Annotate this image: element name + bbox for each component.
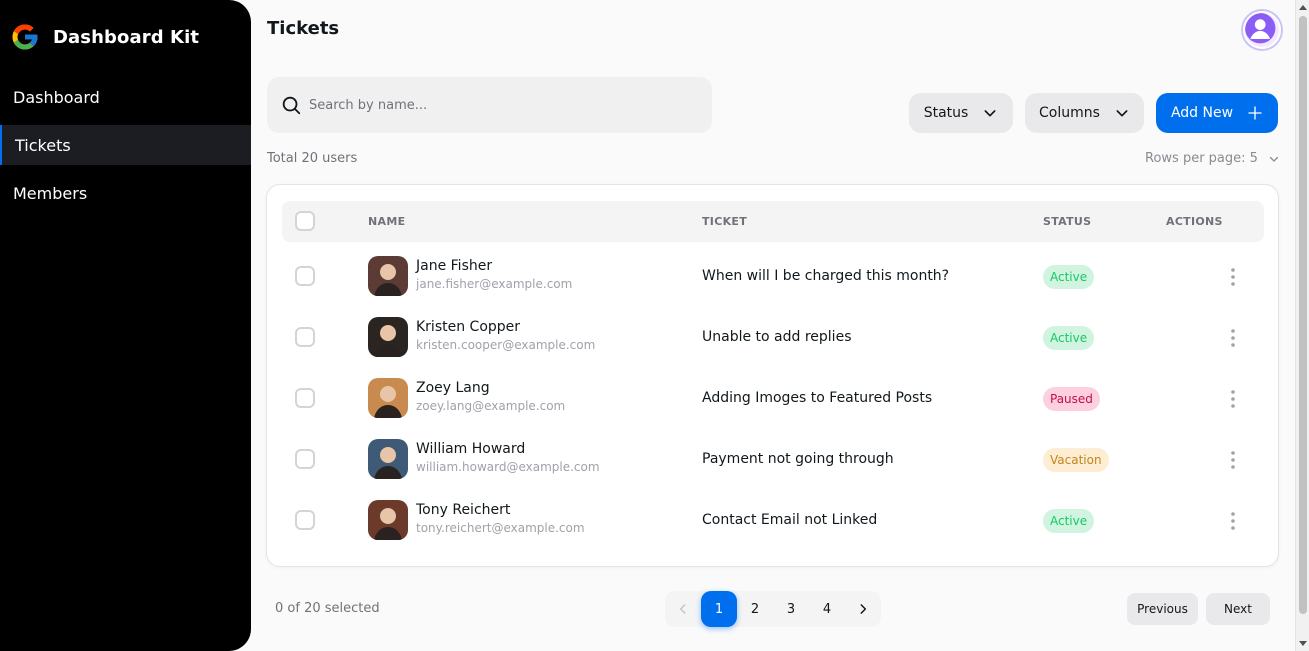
rows-per-page[interactable]: Rows per page: 5	[1145, 151, 1280, 166]
user-email: zoey.lang@example.com	[416, 399, 566, 413]
more-vertical-icon[interactable]	[1223, 511, 1243, 531]
more-vertical-icon[interactable]	[1223, 328, 1243, 348]
columns-filter-label: Columns	[1039, 105, 1100, 121]
person-avatar-icon	[368, 256, 408, 296]
ticket-title: Contact Email not Linked	[702, 512, 878, 528]
user-email: william.howard@example.com	[416, 460, 600, 474]
pagination: 1 2 3 4	[665, 591, 881, 627]
table-header: NAME TICKET STATUS ACTIONS	[282, 201, 1264, 242]
user-name: Tony Reichert	[416, 502, 511, 518]
status-badge: Paused	[1043, 387, 1100, 411]
user-name: Kristen Copper	[416, 319, 521, 335]
table-row[interactable]: William Howard william.howard@example.com…	[267, 429, 1278, 490]
user-email: jane.fisher@example.com	[416, 277, 573, 291]
google-g-logo-icon	[12, 24, 38, 50]
search-box[interactable]	[267, 77, 712, 133]
table-row[interactable]: Tony Reichert tony.reichert@example.com Co…	[267, 490, 1278, 551]
column-header-name[interactable]: NAME	[368, 215, 405, 228]
add-new-label: Add New	[1170, 105, 1234, 121]
ticket-title: Unable to add replies	[702, 329, 852, 345]
sidebar-item-members[interactable]: Members	[0, 173, 251, 213]
columns-filter-button[interactable]: Columns	[1025, 93, 1144, 133]
pagination-prev-arrow[interactable]	[665, 591, 701, 627]
status-filter-label: Status	[923, 105, 969, 121]
sidebar-item-dashboard[interactable]: Dashboard	[0, 77, 251, 117]
brand-name: Dashboard Kit	[53, 26, 200, 48]
select-all-checkbox[interactable]	[295, 211, 315, 231]
status-badge: Active	[1043, 265, 1095, 289]
avatar	[368, 256, 408, 296]
search-icon	[282, 96, 301, 115]
page-1-button[interactable]: 1	[701, 591, 737, 627]
rows-per-page-value[interactable]: 5	[1250, 151, 1258, 166]
scroll-thumb[interactable]	[1299, 16, 1307, 614]
avatar	[368, 317, 408, 357]
scroll-up-arrow-icon[interactable]	[1299, 5, 1307, 10]
person-avatar-icon	[368, 500, 408, 540]
row-checkbox[interactable]	[295, 510, 315, 530]
selection-count: 0 of 20 selected	[275, 601, 380, 616]
chevron-down-icon	[984, 110, 996, 117]
chevron-right-icon	[860, 604, 867, 614]
user-email: tony.reichert@example.com	[416, 521, 585, 535]
ticket-title: Adding Imoges to Featured Posts	[702, 390, 933, 406]
page-title: Tickets	[267, 18, 340, 39]
user-avatar[interactable]	[1243, 11, 1281, 49]
avatar	[368, 500, 408, 540]
column-header-status[interactable]: STATUS	[1043, 215, 1091, 228]
scroll-down-arrow-icon[interactable]	[1299, 641, 1307, 646]
user-email: kristen.cooper@example.com	[416, 338, 596, 352]
page-scrollbar[interactable]	[1295, 0, 1309, 651]
status-badge: Active	[1043, 326, 1095, 350]
total-users-text: Total 20 users	[267, 151, 358, 166]
column-header-actions: ACTIONS	[1166, 215, 1223, 228]
person-avatar-icon	[368, 378, 408, 418]
row-checkbox[interactable]	[295, 388, 315, 408]
status-badge: Vacation	[1043, 448, 1109, 472]
table-row[interactable]: Jane Fisher jane.fisher@example.com When w…	[267, 246, 1278, 307]
avatar	[368, 439, 408, 479]
page-2-button[interactable]: 2	[737, 591, 773, 627]
chevron-down-icon	[1269, 156, 1279, 162]
more-vertical-icon[interactable]	[1223, 450, 1243, 470]
table-row[interactable]: Kristen Copper kristen.cooper@example.com…	[267, 307, 1278, 368]
column-header-ticket[interactable]: TICKET	[702, 215, 747, 228]
more-vertical-icon[interactable]	[1223, 389, 1243, 409]
brand[interactable]: Dashboard Kit	[10, 22, 199, 52]
table-row[interactable]: Zoey Lang zoey.lang@example.com Adding Imo…	[267, 368, 1278, 429]
previous-button[interactable]: Previous	[1127, 593, 1198, 625]
row-checkbox[interactable]	[295, 327, 315, 347]
user-name: William Howard	[416, 441, 526, 457]
tickets-table: NAME TICKET STATUS ACTIONS Jane Fisher ja…	[266, 184, 1279, 567]
status-filter-button[interactable]: Status	[909, 93, 1013, 133]
page-3-button[interactable]: 3	[773, 591, 809, 627]
row-checkbox[interactable]	[295, 266, 315, 286]
user-name: Jane Fisher	[416, 258, 493, 274]
sidebar-item-tickets[interactable]: Tickets	[0, 125, 251, 165]
user-avatar-icon	[1245, 13, 1276, 44]
add-new-button[interactable]: Add New	[1156, 93, 1278, 133]
rows-per-page-label: Rows per page:	[1145, 151, 1246, 166]
page-4-button[interactable]: 4	[809, 591, 845, 627]
plus-icon	[1248, 106, 1262, 120]
more-vertical-icon[interactable]	[1223, 267, 1243, 287]
chevron-down-icon	[1116, 110, 1128, 117]
ticket-title: When will I be charged this month?	[702, 268, 950, 284]
search-input[interactable]	[309, 97, 689, 113]
pagination-next-arrow[interactable]	[845, 591, 881, 627]
next-button[interactable]: Next	[1206, 593, 1270, 625]
person-avatar-icon	[368, 439, 408, 479]
chevron-left-icon	[679, 604, 686, 614]
row-checkbox[interactable]	[295, 449, 315, 469]
sidebar: Dashboard Kit Dashboard Tickets Members	[0, 0, 251, 651]
person-avatar-icon	[368, 317, 408, 357]
status-badge: Active	[1043, 509, 1095, 533]
user-name: Zoey Lang	[416, 380, 490, 396]
ticket-title: Payment not going through	[702, 451, 894, 467]
avatar	[368, 378, 408, 418]
